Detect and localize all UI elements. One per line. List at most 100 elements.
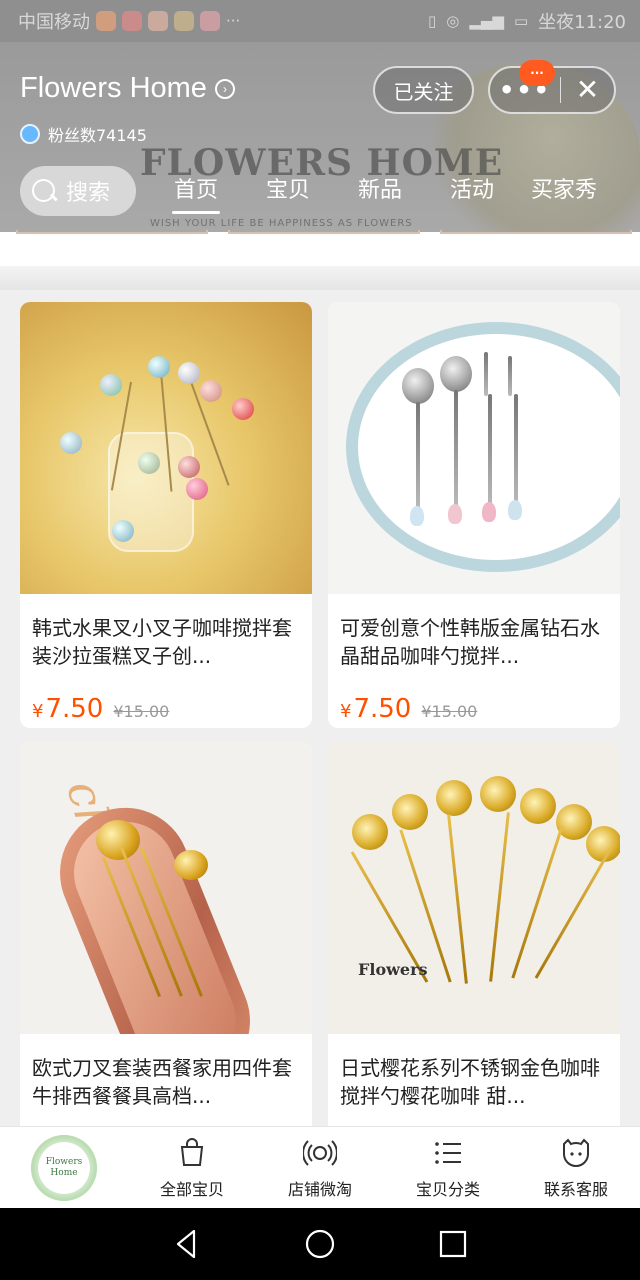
price-currency: ¥ (340, 701, 352, 722)
home-icon[interactable] (303, 1227, 337, 1261)
store-name-text: Flowers Home (20, 72, 207, 104)
bottom-tab-categories[interactable]: 宝贝分类 (384, 1127, 512, 1208)
pearl-bead (178, 362, 200, 384)
spoon-handle (416, 402, 420, 512)
pearl-bead (200, 380, 222, 402)
diamond-icon (20, 124, 40, 144)
carrier-label: 中国移动 (18, 12, 90, 33)
banner-subtitle: WISH YOUR LIFE BE HAPPINESS AS FLOWERS (150, 218, 413, 229)
crystal-gem (448, 504, 462, 524)
strip-decoration (228, 230, 420, 234)
tab-home[interactable]: 首页 (150, 170, 242, 214)
product-card[interactable]: charming 欧式刀叉套装西餐家用四件套牛排西餐餐具高档... (20, 742, 312, 1142)
tab-new[interactable]: 新品 (334, 170, 426, 212)
sakura-spoon-head (556, 804, 592, 840)
tab-events[interactable]: 活动 (426, 170, 518, 212)
price-original: ¥15.00 (421, 702, 478, 721)
product-image-cutlery-set[interactable]: charming (20, 742, 312, 1034)
store-name[interactable]: Flowers Home › (20, 72, 235, 105)
pearl-bead (178, 456, 200, 478)
image-brand-text: Flowers (358, 960, 428, 979)
product-title[interactable]: 日式樱花系列不锈钢金色咖啡搅拌勺樱花咖啡 甜... (328, 1034, 620, 1120)
pearl-bead (232, 398, 254, 420)
status-bar: 中国移动 ··· ▯ ◎ ▂▄▆ ▭ 坐夜11:20 (0, 0, 640, 42)
search-icon (30, 177, 58, 205)
gold-spoon-head (96, 820, 140, 860)
sakura-spoon-head (480, 776, 516, 812)
broadcast-icon (303, 1139, 337, 1166)
tab-buyer-show[interactable]: 买家秀 (518, 170, 610, 212)
product-image-sakura-spoons[interactable]: Flowers (328, 742, 620, 1034)
section-divider (0, 266, 640, 290)
status-left: 中国移动 ··· (18, 8, 240, 34)
strip-decoration (440, 230, 632, 234)
product-image-fruit-forks[interactable] (20, 302, 312, 594)
battery-icon: ▭ (513, 12, 529, 30)
back-icon[interactable] (170, 1227, 204, 1261)
product-title[interactable]: 韩式水果叉小叉子咖啡搅拌套装沙拉蛋糕叉子创... (20, 594, 312, 680)
store-logo: Flowers Home (31, 1134, 97, 1201)
fork-tines (484, 352, 488, 396)
plate (346, 322, 620, 572)
price-original: ¥15.00 (113, 702, 170, 721)
spoon-handle (514, 394, 518, 508)
crystal-gem (410, 506, 424, 526)
follow-button[interactable]: 已关注 (373, 66, 474, 114)
chevron-right-icon: › (214, 78, 235, 99)
fork-tines (508, 356, 512, 396)
store-bottom-bar: Flowers Home 全部宝贝 店铺微淘 宝贝分类 联系客服 (0, 1126, 640, 1208)
bottom-tab-all-items[interactable]: 全部宝贝 (128, 1127, 256, 1208)
tab-items[interactable]: 宝贝 (242, 170, 334, 212)
product-title[interactable]: 欧式刀叉套装西餐家用四件套牛排西餐餐具高档... (20, 1034, 312, 1120)
more-notifications-icon: ··· (226, 12, 241, 30)
spoon-head (440, 356, 472, 392)
spoon-handle (454, 390, 458, 510)
status-right: ▯ ◎ ▂▄▆ ▭ 坐夜11:20 (428, 8, 626, 34)
alarm-icon: ◎ (446, 12, 460, 30)
bottom-tab-label: 全部宝贝 (159, 1179, 224, 1199)
signal-icon: ▂▄▆ (469, 12, 504, 30)
tray-inner (58, 806, 252, 1034)
app-notification-icon (200, 11, 220, 31)
search-button[interactable]: 搜索 (20, 166, 136, 216)
bottom-tab-store-feed[interactable]: 店铺微淘 (256, 1127, 384, 1208)
price-currency: ¥ (32, 701, 44, 722)
product-image-crystal-spoons[interactable] (328, 302, 620, 594)
fans-count: 粉丝数74145 (20, 122, 147, 146)
price-current: 7.50 (45, 694, 104, 724)
pearl-bead (138, 452, 160, 474)
vibrate-icon: ▯ (427, 12, 437, 30)
notification-badge: ··· (519, 60, 555, 86)
system-navigation-bar (0, 1208, 640, 1280)
pearl-bead (148, 356, 170, 378)
recents-icon[interactable] (436, 1227, 470, 1261)
price-current: 7.50 (353, 694, 412, 724)
pearl-bead (112, 520, 134, 542)
close-button[interactable]: ✕ (561, 68, 614, 112)
price-row: ¥ 7.50 ¥15.00 (20, 680, 312, 724)
shopping-bag-icon (180, 1137, 204, 1166)
product-title[interactable]: 可爱创意个性韩版金属钻石水晶甜品咖啡勺搅拌... (328, 594, 620, 680)
app-notification-icon (96, 11, 116, 31)
gold-spoon-head (174, 850, 208, 880)
sakura-spoon-head (392, 794, 428, 830)
chat-icon (563, 1137, 589, 1167)
product-card[interactable]: 韩式水果叉小叉子咖啡搅拌套装沙拉蛋糕叉子创... ¥ 7.50 ¥15.00 (20, 302, 312, 728)
product-card[interactable]: Flowers 日式樱花系列不锈钢金色咖啡搅拌勺樱花咖啡 甜... (328, 742, 620, 1142)
search-label: 搜索 (66, 181, 111, 206)
bottom-tab-label: 联系客服 (543, 1179, 608, 1199)
pearl-bead (60, 432, 82, 454)
price-row: ¥ 7.50 ¥15.00 (328, 680, 620, 724)
gold-handle (511, 825, 564, 979)
store-logo-button[interactable]: Flowers Home (0, 1127, 128, 1208)
bottom-tab-customer-service[interactable]: 联系客服 (512, 1127, 640, 1208)
product-card[interactable]: 可爱创意个性韩版金属钻石水晶甜品咖啡勺搅拌... ¥ 7.50 ¥15.00 (328, 302, 620, 728)
crystal-gem (482, 502, 496, 522)
bottom-tab-label: 店铺微淘 (287, 1179, 352, 1199)
store-tabs: 首页 宝贝 新品 活动 买家秀 (150, 170, 640, 214)
spoon-head (402, 368, 434, 404)
list-icon (435, 1141, 461, 1164)
banner-bottom-strip (0, 230, 640, 266)
sakura-spoon-head (352, 814, 388, 850)
store-header: FLOWERS HOME WISH YOUR LIFE BE HAPPINESS… (0, 42, 640, 232)
